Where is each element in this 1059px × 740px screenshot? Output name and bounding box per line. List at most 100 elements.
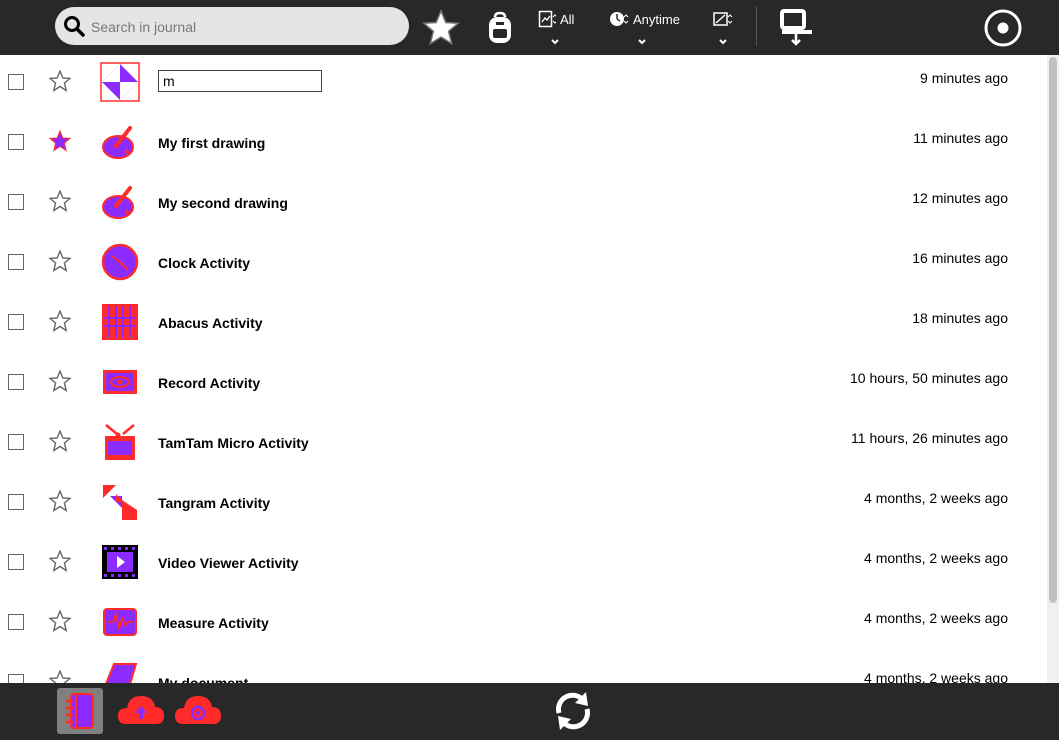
scrollbar-thumb[interactable] <box>1049 57 1057 603</box>
entry-time: 9 minutes ago <box>920 70 1008 86</box>
journal-entry[interactable]: Video Viewer Activity 4 months, 2 weeks … <box>0 535 1047 595</box>
measure-icon[interactable] <box>100 602 140 647</box>
journal-entry[interactable]: Abacus Activity 18 minutes ago <box>0 295 1047 355</box>
entry-title-input[interactable] <box>158 70 322 92</box>
journal-entry[interactable]: Clock Activity 16 minutes ago <box>0 235 1047 295</box>
record-icon[interactable] <box>100 362 140 407</box>
journal-list: 9 minutes ago My first drawing 11 minute… <box>0 55 1047 683</box>
entry-title[interactable]: Abacus Activity <box>158 315 263 331</box>
journal-tab[interactable] <box>57 688 103 734</box>
abacus-icon[interactable] <box>100 302 140 347</box>
cloud-upload-button[interactable] <box>116 690 166 733</box>
from-device-button[interactable] <box>775 0 815 55</box>
favorite-toggle[interactable] <box>48 489 72 517</box>
favorite-filter-button[interactable] <box>420 0 462 55</box>
from-device-icon <box>780 8 812 46</box>
entry-title[interactable]: Record Activity <box>158 375 260 391</box>
entry-title[interactable]: Tangram Activity <box>158 495 270 511</box>
star-icon <box>48 309 72 333</box>
search-input[interactable] <box>89 13 393 41</box>
video-icon[interactable] <box>100 542 140 587</box>
type-filter-button[interactable]: All <box>538 10 575 45</box>
entry-time: 10 hours, 50 minutes ago <box>850 370 1008 386</box>
entry-checkbox[interactable] <box>8 134 24 150</box>
favorite-star-icon <box>48 129 72 152</box>
favorite-toggle[interactable] <box>48 309 72 337</box>
star-icon <box>48 609 72 633</box>
favorite-toggle[interactable] <box>48 429 72 457</box>
journal-icon <box>66 693 94 729</box>
favorite-toggle[interactable] <box>48 549 72 577</box>
journal-entry[interactable]: 9 minutes ago <box>0 55 1047 115</box>
journal-entry[interactable]: My first drawing 11 minutes ago <box>0 115 1047 175</box>
entry-time: 11 minutes ago <box>913 130 1008 146</box>
entry-checkbox[interactable] <box>8 554 24 570</box>
journal-entry[interactable]: Measure Activity 4 months, 2 weeks ago <box>0 595 1047 655</box>
journal-entry[interactable]: Tangram Activity 4 months, 2 weeks ago <box>0 475 1047 535</box>
star-icon <box>48 69 72 93</box>
chevron-down-icon <box>638 39 646 45</box>
drum-icon[interactable] <box>100 422 140 467</box>
entry-time: 16 minutes ago <box>912 250 1008 266</box>
sync-button[interactable] <box>550 688 596 739</box>
time-filter-button[interactable]: Anytime <box>609 10 680 45</box>
entry-checkbox[interactable] <box>8 494 24 510</box>
entry-title[interactable]: TamTam Micro Activity <box>158 435 309 451</box>
favorite-toggle[interactable] <box>48 69 72 97</box>
owner-button[interactable] <box>983 0 1023 55</box>
star-icon <box>48 249 72 273</box>
entry-checkbox[interactable] <box>8 194 24 210</box>
star-icon <box>48 429 72 453</box>
favorite-toggle[interactable] <box>48 669 72 683</box>
journal-entry[interactable]: My document 4 months, 2 weeks ago <box>0 655 1047 683</box>
backpack-icon <box>489 11 511 43</box>
search-icon <box>64 16 85 37</box>
paint-icon[interactable] <box>100 182 140 227</box>
journal-entry[interactable]: Record Activity 10 hours, 50 minutes ago <box>0 355 1047 415</box>
chevron-down-icon <box>551 39 559 45</box>
clock-icon[interactable] <box>100 242 140 287</box>
backpack-button[interactable] <box>480 0 520 55</box>
entry-title[interactable]: Video Viewer Activity <box>158 555 299 571</box>
journal-entry[interactable]: My second drawing 12 minutes ago <box>0 175 1047 235</box>
sort-button[interactable] <box>713 10 733 45</box>
entry-checkbox[interactable] <box>8 614 24 630</box>
cloud-settings-icon <box>175 696 221 724</box>
entry-time: 4 months, 2 weeks ago <box>864 610 1008 626</box>
tangram-square-icon[interactable] <box>100 62 140 107</box>
entry-time: 4 months, 2 weeks ago <box>864 550 1008 566</box>
type-filter-label: All <box>560 11 575 27</box>
sync-icon <box>556 692 590 730</box>
star-icon <box>48 489 72 513</box>
scrollbar[interactable] <box>1047 55 1059 683</box>
entry-title[interactable]: Clock Activity <box>158 255 250 271</box>
search-box[interactable] <box>55 7 409 45</box>
star-icon <box>48 549 72 573</box>
entry-checkbox[interactable] <box>8 374 24 390</box>
tangram-icon[interactable] <box>100 482 140 527</box>
entry-title[interactable]: My second drawing <box>158 195 288 211</box>
entry-checkbox[interactable] <box>8 314 24 330</box>
favorite-toggle[interactable] <box>48 249 72 277</box>
entry-time: 18 minutes ago <box>912 310 1008 326</box>
paint-icon[interactable] <box>100 122 140 167</box>
star-icon <box>48 669 72 683</box>
entry-checkbox[interactable] <box>8 674 24 683</box>
journal-entry[interactable]: TamTam Micro Activity 11 hours, 26 minut… <box>0 415 1047 475</box>
favorite-toggle[interactable] <box>48 609 72 637</box>
time-filter-label: Anytime <box>633 11 680 27</box>
star-icon <box>48 369 72 393</box>
favorite-toggle[interactable] <box>48 129 72 157</box>
entry-checkbox[interactable] <box>8 74 24 90</box>
document-icon[interactable] <box>100 662 140 683</box>
star-icon <box>48 189 72 213</box>
entry-checkbox[interactable] <box>8 434 24 450</box>
entry-title[interactable]: My document <box>158 675 248 683</box>
entry-checkbox[interactable] <box>8 254 24 270</box>
favorite-toggle[interactable] <box>48 189 72 217</box>
favorite-toggle[interactable] <box>48 369 72 397</box>
cloud-settings-button[interactable] <box>173 690 223 733</box>
toolbar-separator <box>756 6 757 46</box>
entry-title[interactable]: Measure Activity <box>158 615 269 631</box>
entry-title[interactable]: My first drawing <box>158 135 265 151</box>
